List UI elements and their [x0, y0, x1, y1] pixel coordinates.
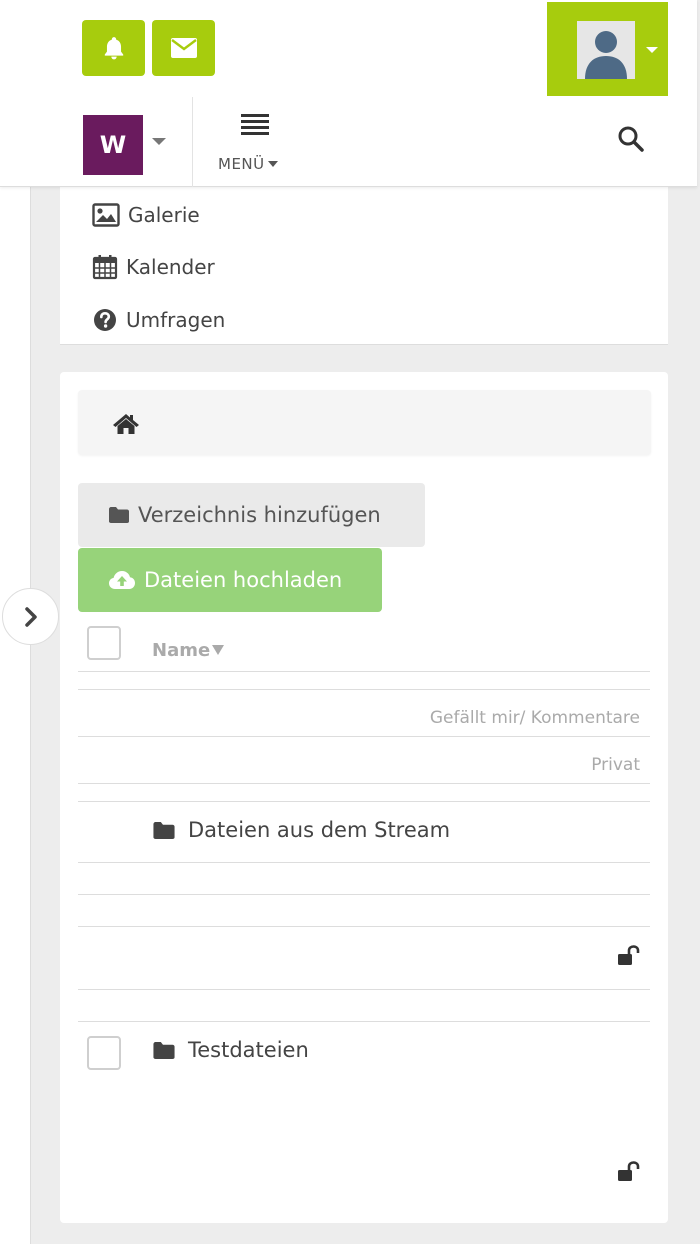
folder-name[interactable]: Testdateien — [188, 1038, 309, 1062]
question-circle-icon — [94, 309, 116, 331]
row-divider — [78, 783, 650, 784]
chevron-right-icon — [24, 606, 37, 627]
add-directory-button[interactable]: Verzeichnis hinzufügen — [78, 483, 425, 547]
unlocked-icon — [618, 945, 640, 965]
row-divider — [78, 801, 650, 802]
home-icon — [113, 414, 139, 434]
table-row-folder[interactable]: Testdateien — [152, 1038, 309, 1062]
folder-icon — [153, 1041, 175, 1059]
sort-desc-icon — [212, 645, 225, 655]
envelope-icon — [170, 38, 197, 58]
nav-item-label: Umfragen — [126, 308, 226, 332]
row-divider — [78, 736, 650, 737]
search-icon — [618, 126, 644, 152]
menu-label: MENÜ — [218, 155, 278, 173]
upload-files-button[interactable]: Dateien hochladen — [78, 548, 382, 612]
row-divider — [78, 926, 650, 927]
bell-icon — [104, 37, 123, 60]
upload-files-label: Dateien hochladen — [144, 568, 343, 592]
chevron-down-icon — [646, 47, 658, 53]
select-all-checkbox[interactable] — [87, 626, 121, 660]
breadcrumb — [78, 390, 651, 455]
main-menu-button[interactable]: MENÜ — [205, 108, 305, 180]
nav-item-umfragen[interactable]: Umfragen — [92, 305, 225, 335]
row-divider — [78, 1021, 650, 1022]
folder-icon — [153, 821, 175, 839]
sidebar-toggle-button[interactable] — [2, 588, 59, 645]
privacy-toggle[interactable] — [617, 945, 641, 971]
privacy-toggle[interactable] — [617, 1161, 641, 1187]
row-divider — [78, 894, 650, 895]
column-header-name[interactable]: Name — [152, 640, 225, 661]
search-button[interactable] — [616, 124, 648, 156]
hamburger-icon — [241, 114, 269, 135]
folder-name[interactable]: Dateien aus dem Stream — [188, 818, 450, 842]
space-chooser-button[interactable]: W — [83, 115, 143, 175]
left-sidebar-strip — [0, 187, 31, 1244]
nav-item-galerie[interactable]: Galerie — [92, 200, 200, 230]
row-divider — [78, 671, 650, 672]
nav-item-label: Galerie — [128, 203, 200, 227]
row-divider — [78, 862, 650, 863]
cloud-upload-icon — [109, 571, 135, 589]
user-avatar-icon — [577, 21, 635, 79]
caret-down-icon — [267, 161, 278, 167]
messages-button[interactable] — [152, 20, 215, 76]
header-divider — [192, 97, 193, 187]
nav-item-label: Kalender — [126, 255, 215, 279]
nav-item-kalender[interactable]: Kalender — [92, 252, 215, 282]
unlocked-icon — [618, 1161, 640, 1181]
calendar-icon — [92, 255, 118, 280]
row-divider — [78, 989, 650, 990]
table-row-folder[interactable]: Dateien aus dem Stream — [152, 818, 450, 842]
add-directory-label: Verzeichnis hinzufügen — [138, 503, 381, 527]
notifications-button[interactable] — [82, 20, 145, 76]
row-select-checkbox[interactable] — [87, 1036, 121, 1070]
row-divider — [78, 689, 650, 690]
folder-icon — [109, 507, 129, 523]
caret-down-icon[interactable] — [152, 138, 166, 145]
profile-menu-button[interactable] — [547, 2, 668, 96]
breadcrumb-home-link[interactable] — [112, 413, 140, 439]
column-header-private: Privat — [591, 755, 640, 775]
image-icon — [92, 203, 120, 227]
column-header-likes-comments: Gefällt mir/ Kommentare — [429, 708, 640, 728]
top-navigation-bar: W MENÜ — [0, 0, 697, 187]
